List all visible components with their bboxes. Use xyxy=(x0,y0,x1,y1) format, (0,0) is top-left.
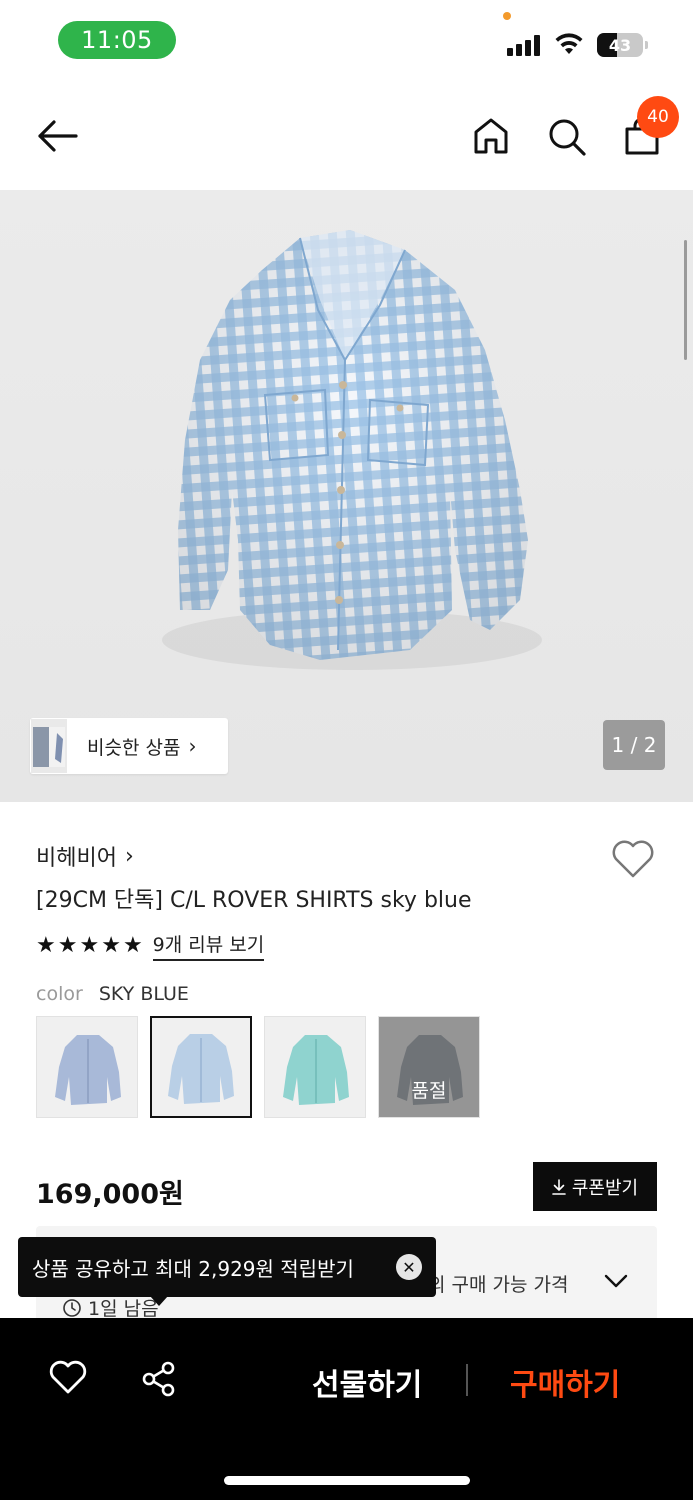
heart-outline-icon[interactable] xyxy=(610,838,656,880)
tooltip-text: 상품 공유하고 최대 2,929원 적립받기 xyxy=(32,1256,354,1281)
close-icon[interactable]: ✕ xyxy=(396,1254,422,1280)
coupon-download-button[interactable]: 쿠폰받기 xyxy=(533,1162,657,1211)
color-selector-label: color SKY BLUE xyxy=(36,983,189,1005)
color-swatch-mint[interactable] xyxy=(264,1016,366,1118)
chevron-right-icon: › xyxy=(124,843,134,869)
image-scroll-indicator xyxy=(684,240,687,360)
share-icon[interactable] xyxy=(140,1360,178,1398)
star-icon: ★ xyxy=(79,933,100,958)
chevron-down-icon[interactable] xyxy=(603,1272,629,1290)
coupon-label: 쿠폰받기 xyxy=(571,1177,639,1199)
color-swatch-navy-sold-out[interactable]: 품절 xyxy=(378,1016,480,1118)
product-title: [29CM 단독] C/L ROVER SHIRTS sky blue xyxy=(36,888,472,913)
status-bar: 11:05 43 xyxy=(0,0,693,80)
rating-row: ★ ★ ★ ★ ★ 9개 리뷰 보기 xyxy=(36,930,265,961)
battery-icon: 43 xyxy=(597,33,643,57)
privacy-indicator-dot xyxy=(503,12,511,20)
sold-out-label: 품절 xyxy=(379,1017,479,1117)
color-value: SKY BLUE xyxy=(98,983,189,1005)
chevron-right-icon: › xyxy=(188,734,197,758)
star-icon: ★ xyxy=(36,933,56,958)
color-swatch-sky-blue[interactable] xyxy=(150,1016,252,1118)
heart-icon[interactable] xyxy=(48,1360,88,1396)
time-remaining: 1일 남음 xyxy=(62,1294,159,1321)
reviews-link[interactable]: 9개 리뷰 보기 xyxy=(152,930,265,961)
time-remaining-text: 1일 남음 xyxy=(88,1298,159,1320)
similar-product-thumbnail xyxy=(31,719,67,773)
search-icon[interactable] xyxy=(547,117,587,157)
benefit-price-text: 의 구매 가능 가격 xyxy=(428,1274,569,1296)
similar-products-label: 비슷한 상품 xyxy=(87,736,181,759)
cellular-signal-icon xyxy=(507,34,543,56)
rating-stars: ★ ★ ★ ★ ★ xyxy=(36,933,143,958)
color-swatches: 품절 xyxy=(36,1016,480,1118)
color-swatch-blue[interactable] xyxy=(36,1016,138,1118)
bottom-action-bar: 선물하기 구매하기 xyxy=(0,1318,693,1500)
gift-button[interactable]: 선물하기 xyxy=(312,1360,422,1404)
clock-icon xyxy=(63,1298,81,1317)
product-image-gallery[interactable]: 비슷한 상품 › 1 / 2 xyxy=(0,190,693,802)
download-icon xyxy=(552,1178,566,1195)
status-time: 11:05 xyxy=(58,21,176,59)
home-icon[interactable] xyxy=(472,116,510,156)
image-page-indicator: 1 / 2 xyxy=(603,720,665,770)
star-icon: ★ xyxy=(101,933,121,958)
battery-level: 43 xyxy=(608,35,632,55)
brand-name: 비헤비어 xyxy=(36,846,117,871)
share-reward-tooltip: 상품 공유하고 최대 2,929원 적립받기 xyxy=(18,1237,436,1297)
product-image-shirt xyxy=(162,230,542,670)
star-icon: ★ xyxy=(57,933,78,958)
top-nav: 40 xyxy=(0,80,693,190)
color-label: color xyxy=(36,983,83,1005)
brand-link[interactable]: 비헤비어 › xyxy=(36,840,134,872)
home-indicator[interactable] xyxy=(224,1476,470,1485)
similar-products-button[interactable]: 비슷한 상품 › xyxy=(30,718,228,774)
cart-count-badge[interactable]: 40 xyxy=(637,96,679,138)
battery-cap xyxy=(645,41,648,49)
divider xyxy=(466,1364,468,1396)
tooltip-tail xyxy=(150,1296,168,1306)
product-price: 169,000원 xyxy=(36,1179,184,1210)
back-arrow-icon[interactable] xyxy=(34,116,78,156)
wifi-icon xyxy=(555,33,583,54)
star-icon: ★ xyxy=(122,933,143,958)
buy-button[interactable]: 구매하기 xyxy=(510,1360,620,1404)
